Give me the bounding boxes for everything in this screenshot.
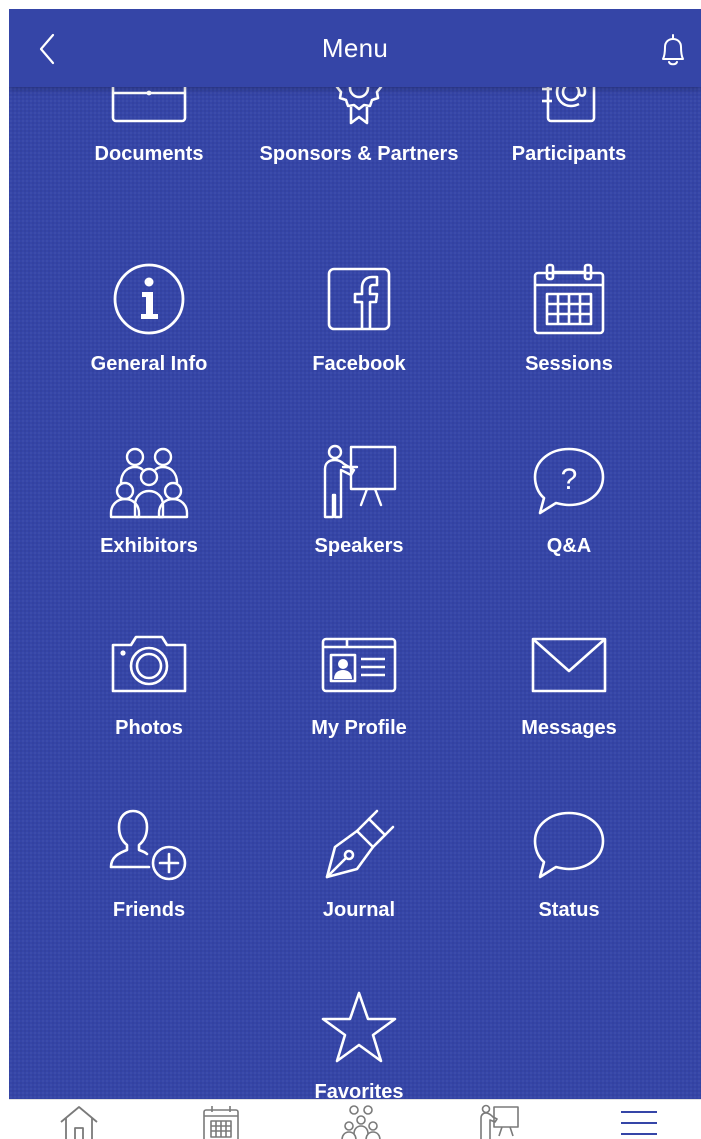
tab-menu[interactable] (617, 1104, 661, 1139)
page-title: Menu (321, 33, 389, 63)
envelope-icon (531, 637, 607, 693)
menu-item-sessions[interactable]: Sessions (454, 261, 684, 421)
tab-schedule[interactable] (199, 1104, 243, 1139)
camera-icon (111, 635, 187, 693)
people-group-icon (341, 1105, 381, 1139)
menu-item-facebook[interactable]: Facebook (244, 261, 474, 421)
menu-item-label: Speakers (314, 535, 404, 557)
menu-item-label: General Info (90, 353, 208, 375)
menu-screen: Menu Documents Sponsors & Partners Parti… (9, 9, 701, 1139)
menu-item-status[interactable]: Status (454, 807, 684, 967)
home-icon (60, 1106, 98, 1139)
menu-item-participants[interactable]: Participants (454, 87, 684, 219)
fountain-pen-icon (325, 809, 395, 879)
tab-home[interactable] (57, 1104, 101, 1139)
menu-item-label: Facebook (312, 353, 406, 375)
menu-item-label: Exhibitors (100, 535, 198, 557)
menu-item-exhibitors[interactable]: Exhibitors (34, 443, 264, 603)
address-book-icon (542, 87, 596, 123)
menu-item-favorites[interactable]: Favorites (244, 989, 474, 1099)
star-icon (321, 991, 397, 1063)
facebook-icon (327, 267, 391, 331)
menu-item-label: Sessions (525, 353, 613, 375)
calendar-icon (203, 1106, 239, 1139)
menu-item-label: Journal (322, 899, 396, 921)
menu-item-label: Friends (112, 899, 186, 921)
menu-item-label: Status (538, 899, 600, 921)
top-app-bar: Menu (9, 9, 701, 87)
tab-exhibitors[interactable] (339, 1104, 383, 1139)
menu-item-photos[interactable]: Photos (34, 625, 264, 785)
menu-item-label: Photos (115, 717, 183, 739)
award-ribbon-icon (335, 87, 383, 125)
menu-item-label: Participants (511, 143, 627, 165)
people-group-icon (109, 447, 189, 519)
menu-item-journal[interactable]: Journal (244, 807, 474, 967)
menu-item-messages[interactable]: Messages (454, 625, 684, 785)
menu-item-documents[interactable]: Documents (34, 87, 264, 219)
briefcase-icon (111, 87, 187, 123)
svg-text:?: ? (561, 463, 578, 496)
speech-bubble-icon (533, 811, 605, 879)
info-icon (113, 263, 185, 335)
menu-item-label: Favorites (314, 1081, 404, 1099)
presenter-icon (323, 444, 397, 519)
menu-item-sponsors-partners[interactable]: Sponsors & Partners (244, 87, 474, 219)
menu-grid: Documents Sponsors & Partners Participan… (9, 87, 701, 1099)
menu-item-general-info[interactable]: General Info (34, 261, 264, 421)
presenter-icon (480, 1104, 519, 1139)
hamburger-menu-icon (621, 1111, 657, 1135)
add-friend-icon (109, 809, 187, 881)
calendar-icon (533, 263, 605, 335)
menu-item-label: Sponsors & Partners (259, 143, 459, 165)
menu-item-speakers[interactable]: Speakers (244, 443, 474, 603)
tab-speakers[interactable] (477, 1104, 521, 1139)
menu-item-label: Q&A (546, 535, 592, 557)
menu-item-label: Messages (521, 717, 617, 739)
question-bubble-icon: ? (533, 447, 605, 515)
menu-item-label: Documents (94, 143, 204, 165)
menu-item-qa[interactable]: ? Q&A (454, 443, 684, 603)
menu-item-my-profile[interactable]: My Profile (244, 625, 474, 785)
id-card-icon (321, 637, 397, 693)
menu-item-friends[interactable]: Friends (34, 807, 264, 967)
menu-item-label: My Profile (311, 717, 407, 739)
bottom-tab-bar (9, 1099, 701, 1139)
bell-icon[interactable] (653, 29, 693, 71)
